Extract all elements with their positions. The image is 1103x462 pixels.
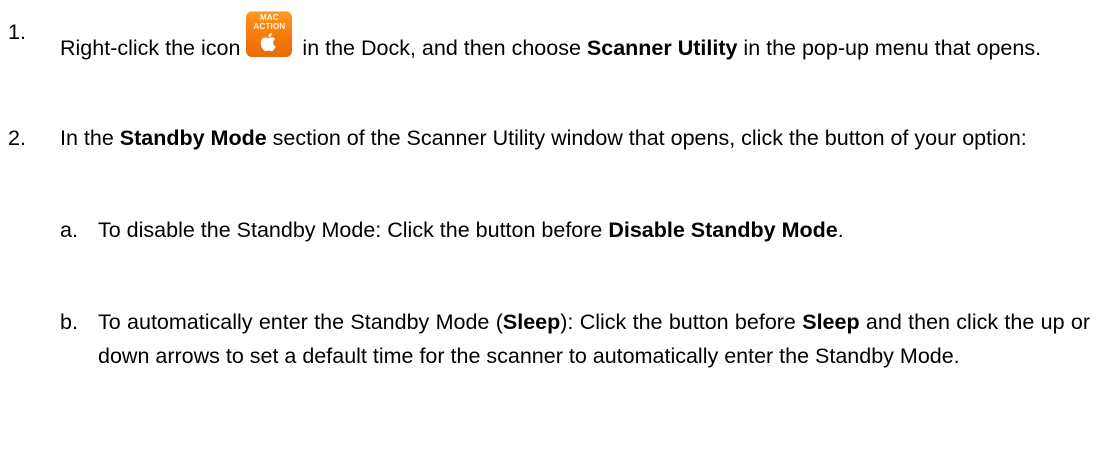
step-number: 2.: [8, 126, 26, 150]
substep-text: To automatically enter the Standby Mode …: [98, 310, 1091, 368]
step-2: 2. In the Standby Mode section of the Sc…: [0, 121, 1090, 191]
step-text: In the Standby Mode section of the Scann…: [60, 126, 1027, 150]
substep-b: b. To automatically enter the Standby Mo…: [0, 305, 1090, 415]
substep-text: To disable the Standby Mode: Click the b…: [98, 218, 844, 242]
substep-letter: b.: [60, 310, 78, 334]
step-1: 1. Right-click the icon MAC ACTION in the …: [0, 11, 1090, 95]
mac-action-icon: MAC ACTION: [246, 11, 293, 57]
substep-a: a. To disable the Standby Mode: Click th…: [0, 213, 1090, 283]
step-number: 1.: [8, 20, 26, 44]
apple-logo-icon: [261, 33, 277, 52]
substep-letter: a.: [60, 218, 78, 242]
document-page: 1. Right-click the icon MAC ACTION in the …: [0, 0, 1103, 462]
step-text: Right-click the icon MAC ACTION in the Doc…: [60, 11, 1042, 60]
